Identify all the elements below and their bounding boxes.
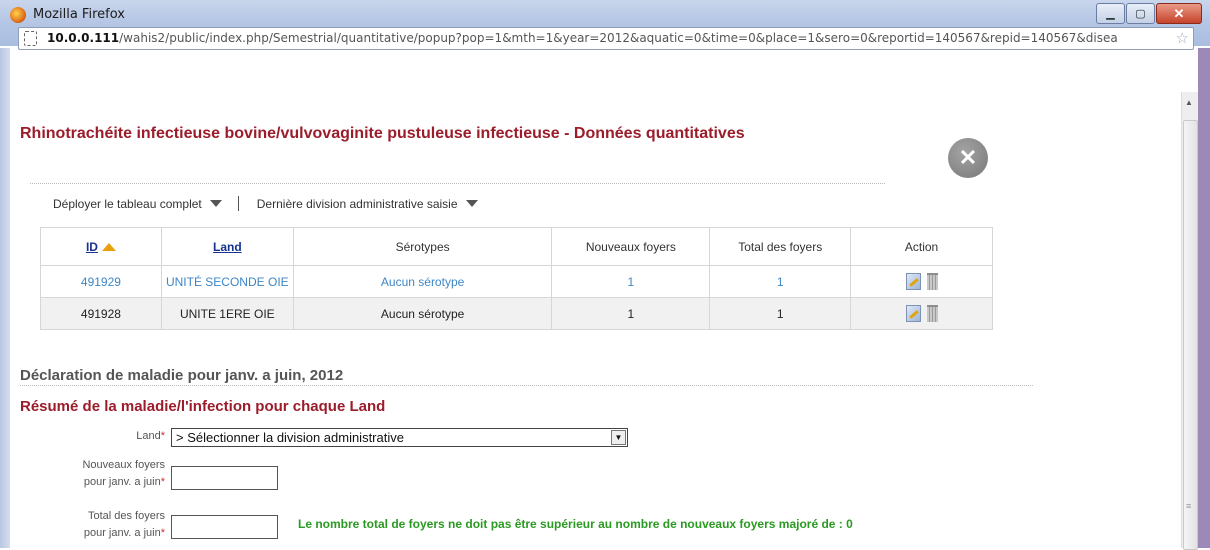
new-outbreaks-input[interactable] <box>171 466 278 490</box>
page-icon <box>24 31 37 46</box>
close-window-button[interactable]: ✕ <box>1156 3 1202 24</box>
url-text[interactable]: 10.0.0.111/wahis2/public/index.php/Semes… <box>47 31 1172 45</box>
scrollbar-grip-icon: ≡ <box>1186 501 1192 511</box>
minimize-button[interactable]: ▁ <box>1096 3 1125 24</box>
column-header-action: Action <box>850 227 993 266</box>
cell-total[interactable]: 1 <box>709 265 852 298</box>
last-division-link[interactable]: Dernière division administrative saisie <box>257 197 458 211</box>
popup-content: Rhinotrachéite infectieuse bovine/vulvov… <box>10 92 1180 548</box>
window-title: Mozilla Firefox <box>33 7 125 22</box>
land-select-value: > Sélectionner la division administrativ… <box>176 430 404 445</box>
expand-table-link[interactable]: Déployer le tableau complet <box>53 197 202 211</box>
land-label: Land* <box>70 428 165 445</box>
column-header-new-outbreaks: Nouveaux foyers <box>551 227 711 266</box>
maximize-button[interactable]: ▢ <box>1126 3 1155 24</box>
cell-action <box>850 265 993 298</box>
column-header-serotypes: Sérotypes <box>292 227 553 266</box>
chevron-down-icon[interactable] <box>465 200 478 208</box>
cell-action <box>850 297 993 330</box>
scroll-up-icon[interactable]: ▲ <box>1185 98 1193 107</box>
total-outbreaks-label-line2: pour janv. a juin <box>83 527 161 539</box>
table-header-row: ID Land Sérotypes Nouveaux foyers Total … <box>40 227 993 266</box>
vertical-scrollbar[interactable]: ▲ ≡ <box>1181 92 1198 550</box>
url-path: /wahis2/public/index.php/Semestrial/quan… <box>119 31 1118 45</box>
close-popup-button[interactable]: ✕ <box>948 138 988 178</box>
required-mark: * <box>160 430 165 442</box>
table-row[interactable]: 491929 UNITÉ SECONDE OIE Aucun sérotype … <box>40 265 993 298</box>
outbreaks-table: ID Land Sérotypes Nouveaux foyers Total … <box>40 227 993 330</box>
sort-ascending-icon <box>101 243 116 252</box>
cell-serotype[interactable]: Aucun sérotype <box>292 265 553 298</box>
table-row[interactable]: 491928 UNITE 1ERE OIE Aucun sérotype 1 1 <box>40 297 993 330</box>
validation-hint: Le nombre total de foyers ne doit pas êt… <box>298 517 853 531</box>
declaration-heading: Déclaration de maladie pour janv. a juin… <box>20 367 344 384</box>
land-label-text: Land <box>136 430 161 442</box>
bookmark-star-icon[interactable]: ☆ <box>1176 29 1189 47</box>
cell-land[interactable]: UNITE 1ERE OIE <box>160 297 294 330</box>
cell-total[interactable]: 1 <box>709 297 852 330</box>
firefox-logo-icon <box>10 7 26 23</box>
total-outbreaks-label-line1: Total des foyers <box>87 510 165 522</box>
window-border-left <box>0 48 10 548</box>
divider <box>30 183 885 184</box>
required-mark: * <box>160 527 165 539</box>
cell-id[interactable]: 491928 <box>40 297 162 330</box>
table-toolbar: Déployer le tableau complet Dernière divi… <box>53 196 478 212</box>
new-outbreaks-label: Nouveaux foyers pour janv. a juin* <box>30 457 165 491</box>
column-header-land[interactable]: Land <box>160 227 294 266</box>
chevron-down-icon[interactable] <box>209 200 222 208</box>
edit-icon[interactable] <box>905 273 921 290</box>
page-title: Rhinotrachéite infectieuse bovine/vulvov… <box>20 125 745 142</box>
divider <box>20 385 1033 386</box>
window-controls: ▁ ▢ ✕ <box>1095 3 1202 24</box>
new-outbreaks-label-line2: pour janv. a juin <box>83 476 161 488</box>
land-select[interactable]: > Sélectionner la division administrativ… <box>171 428 628 447</box>
edit-icon[interactable] <box>905 305 921 322</box>
cell-id[interactable]: 491929 <box>40 265 162 298</box>
trash-icon[interactable] <box>926 305 938 322</box>
toolbar-separator <box>237 196 239 212</box>
summary-heading: Résumé de la maladie/l'infection pour ch… <box>20 398 386 415</box>
window-border-right <box>1198 48 1210 548</box>
address-bar[interactable]: 10.0.0.111/wahis2/public/index.php/Semes… <box>18 27 1194 50</box>
dropdown-arrow-icon[interactable]: ▼ <box>611 430 626 445</box>
cell-new[interactable]: 1 <box>551 297 711 330</box>
column-header-id[interactable]: ID <box>40 227 162 266</box>
scrollbar-thumb[interactable] <box>1183 120 1198 550</box>
total-outbreaks-label: Total des foyers pour janv. a juin* <box>30 508 165 542</box>
cell-land[interactable]: UNITÉ SECONDE OIE <box>160 265 294 298</box>
required-mark: * <box>160 476 165 488</box>
cell-new[interactable]: 1 <box>551 265 711 298</box>
column-header-id-label: ID <box>85 239 98 254</box>
column-header-total-outbreaks: Total des foyers <box>709 227 852 266</box>
cell-serotype[interactable]: Aucun sérotype <box>292 297 553 330</box>
new-outbreaks-label-line1: Nouveaux foyers <box>82 459 165 471</box>
total-outbreaks-input[interactable] <box>171 515 278 539</box>
url-host: 10.0.0.111 <box>47 31 120 45</box>
trash-icon[interactable] <box>926 273 938 290</box>
